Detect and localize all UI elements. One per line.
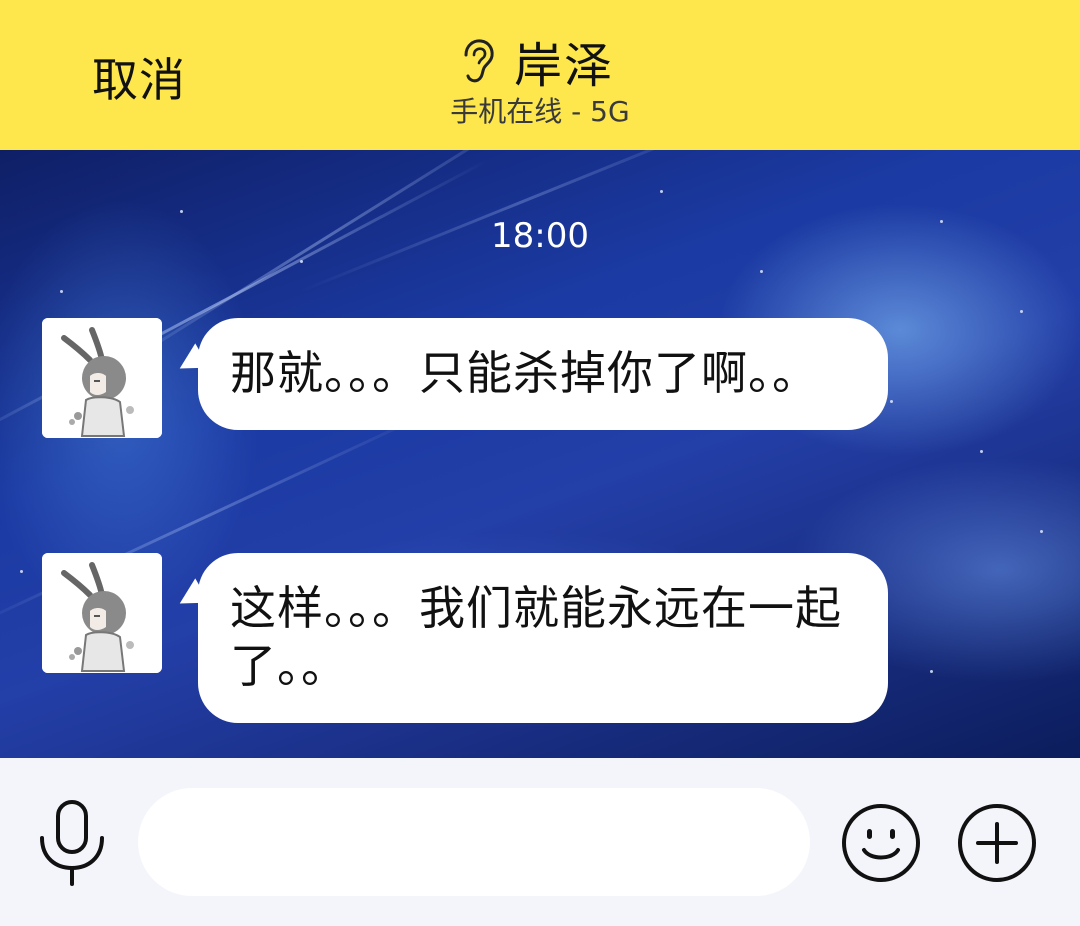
message-timestamp: 18:00 [491,216,589,256]
smiley-icon[interactable] [840,802,922,884]
microphone-icon[interactable] [36,798,108,888]
chat-header: 取消 岸泽 手机在线 - 5G [0,0,1080,150]
avatar[interactable] [42,318,162,438]
plus-icon[interactable] [956,802,1038,884]
input-bar [0,758,1080,926]
online-status: 手机在线 - 5G [450,95,630,128]
contact-name: 岸泽 [513,38,614,94]
message-bubble[interactable]: 这样。。。我们就能永远在一起了。。 [198,553,888,723]
chat-message-area[interactable]: 18:00 那就。。。只能杀掉你了啊。。 这样。。。我们就能永远在一起了。。 [0,150,1080,758]
avatar[interactable] [42,553,162,673]
message-bubble[interactable]: 那就。。。只能杀掉你了啊。。 [198,318,888,430]
chat-screen: 取消 岸泽 手机在线 - 5G 18:00 那就。。。只能杀掉你了啊。。 这样。… [0,0,1080,926]
ear-icon[interactable] [456,37,496,85]
title-row: 岸泽 [0,30,1080,94]
message-input[interactable] [138,788,810,896]
